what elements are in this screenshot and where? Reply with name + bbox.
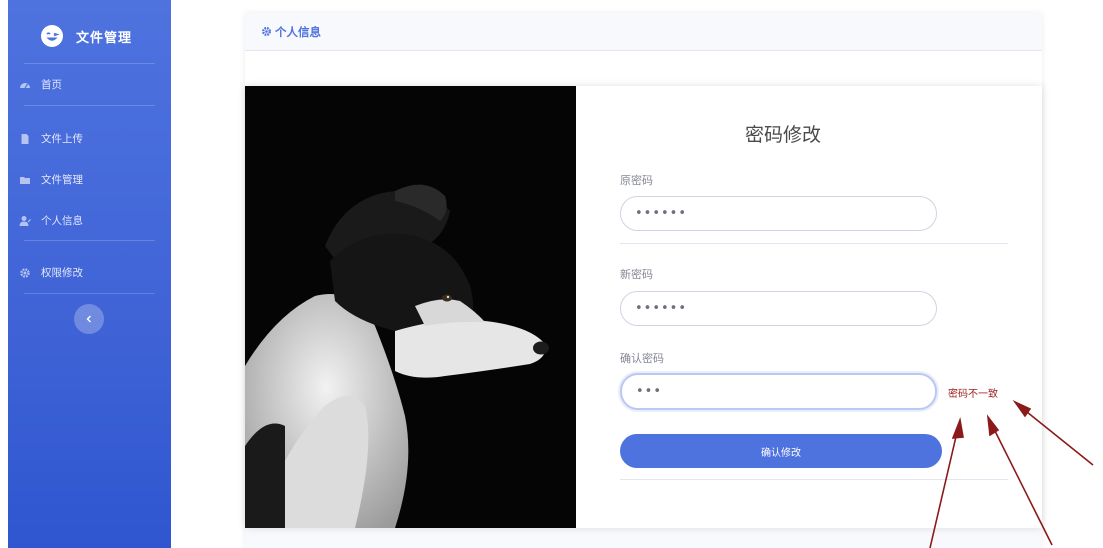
confirm-password-input[interactable] (620, 373, 937, 410)
old-password-label: 原密码 (620, 174, 653, 187)
page-header: 个人信息 (245, 13, 1042, 51)
sidebar-divider (24, 105, 155, 106)
brand-title: 文件管理 (76, 30, 133, 46)
new-password-input[interactable] (620, 291, 937, 326)
password-card: 密码修改 原密码 新密码 确认密码 密码不一致 确认修改 (245, 86, 1042, 528)
user-icon (19, 215, 31, 226)
sidebar: 文件管理 首页 文件上传 文件管理 个人信息 权限修改 (8, 0, 171, 548)
gear-icon (262, 27, 271, 36)
form-title: 密码修改 (744, 124, 821, 146)
header-body (245, 51, 1042, 87)
old-password-input[interactable] (620, 196, 937, 231)
confirm-password-label: 确认密码 (620, 352, 664, 365)
page-title: 个人信息 (275, 24, 321, 39)
password-mismatch-error: 密码不一致 (948, 389, 998, 400)
dashboard-icon (20, 82, 30, 88)
brand[interactable]: 文件管理 (40, 24, 132, 48)
confirm-change-button[interactable]: 确认修改 (620, 434, 942, 468)
sidebar-item-profile[interactable]: 个人信息 (19, 213, 83, 228)
sidebar-item-permissions[interactable]: 权限修改 (19, 265, 83, 280)
dog-illustration (245, 86, 576, 528)
gear-icon (20, 267, 30, 278)
sidebar-divider (24, 240, 155, 241)
sidebar-item-home[interactable]: 首页 (19, 77, 62, 92)
sidebar-divider (24, 63, 155, 64)
sidebar-item-label: 权限修改 (41, 267, 83, 279)
sidebar-item-label: 首页 (41, 79, 62, 91)
form-divider (620, 243, 1008, 244)
laugh-wink-icon (41, 25, 63, 47)
chevron-left-icon (86, 315, 91, 323)
dog-photo (245, 86, 576, 528)
sidebar-toggle-button[interactable] (74, 304, 104, 334)
form-divider (620, 479, 1008, 480)
sidebar-item-label: 文件上传 (41, 133, 83, 145)
sidebar-item-file-manage[interactable]: 文件管理 (19, 172, 83, 187)
sidebar-divider (24, 293, 155, 294)
new-password-label: 新密码 (620, 268, 653, 281)
folder-icon (20, 176, 30, 184)
sidebar-item-label: 文件管理 (41, 174, 83, 186)
sidebar-item-file-upload[interactable]: 文件上传 (19, 131, 83, 146)
sidebar-item-label: 个人信息 (41, 215, 83, 227)
file-icon (21, 133, 29, 144)
